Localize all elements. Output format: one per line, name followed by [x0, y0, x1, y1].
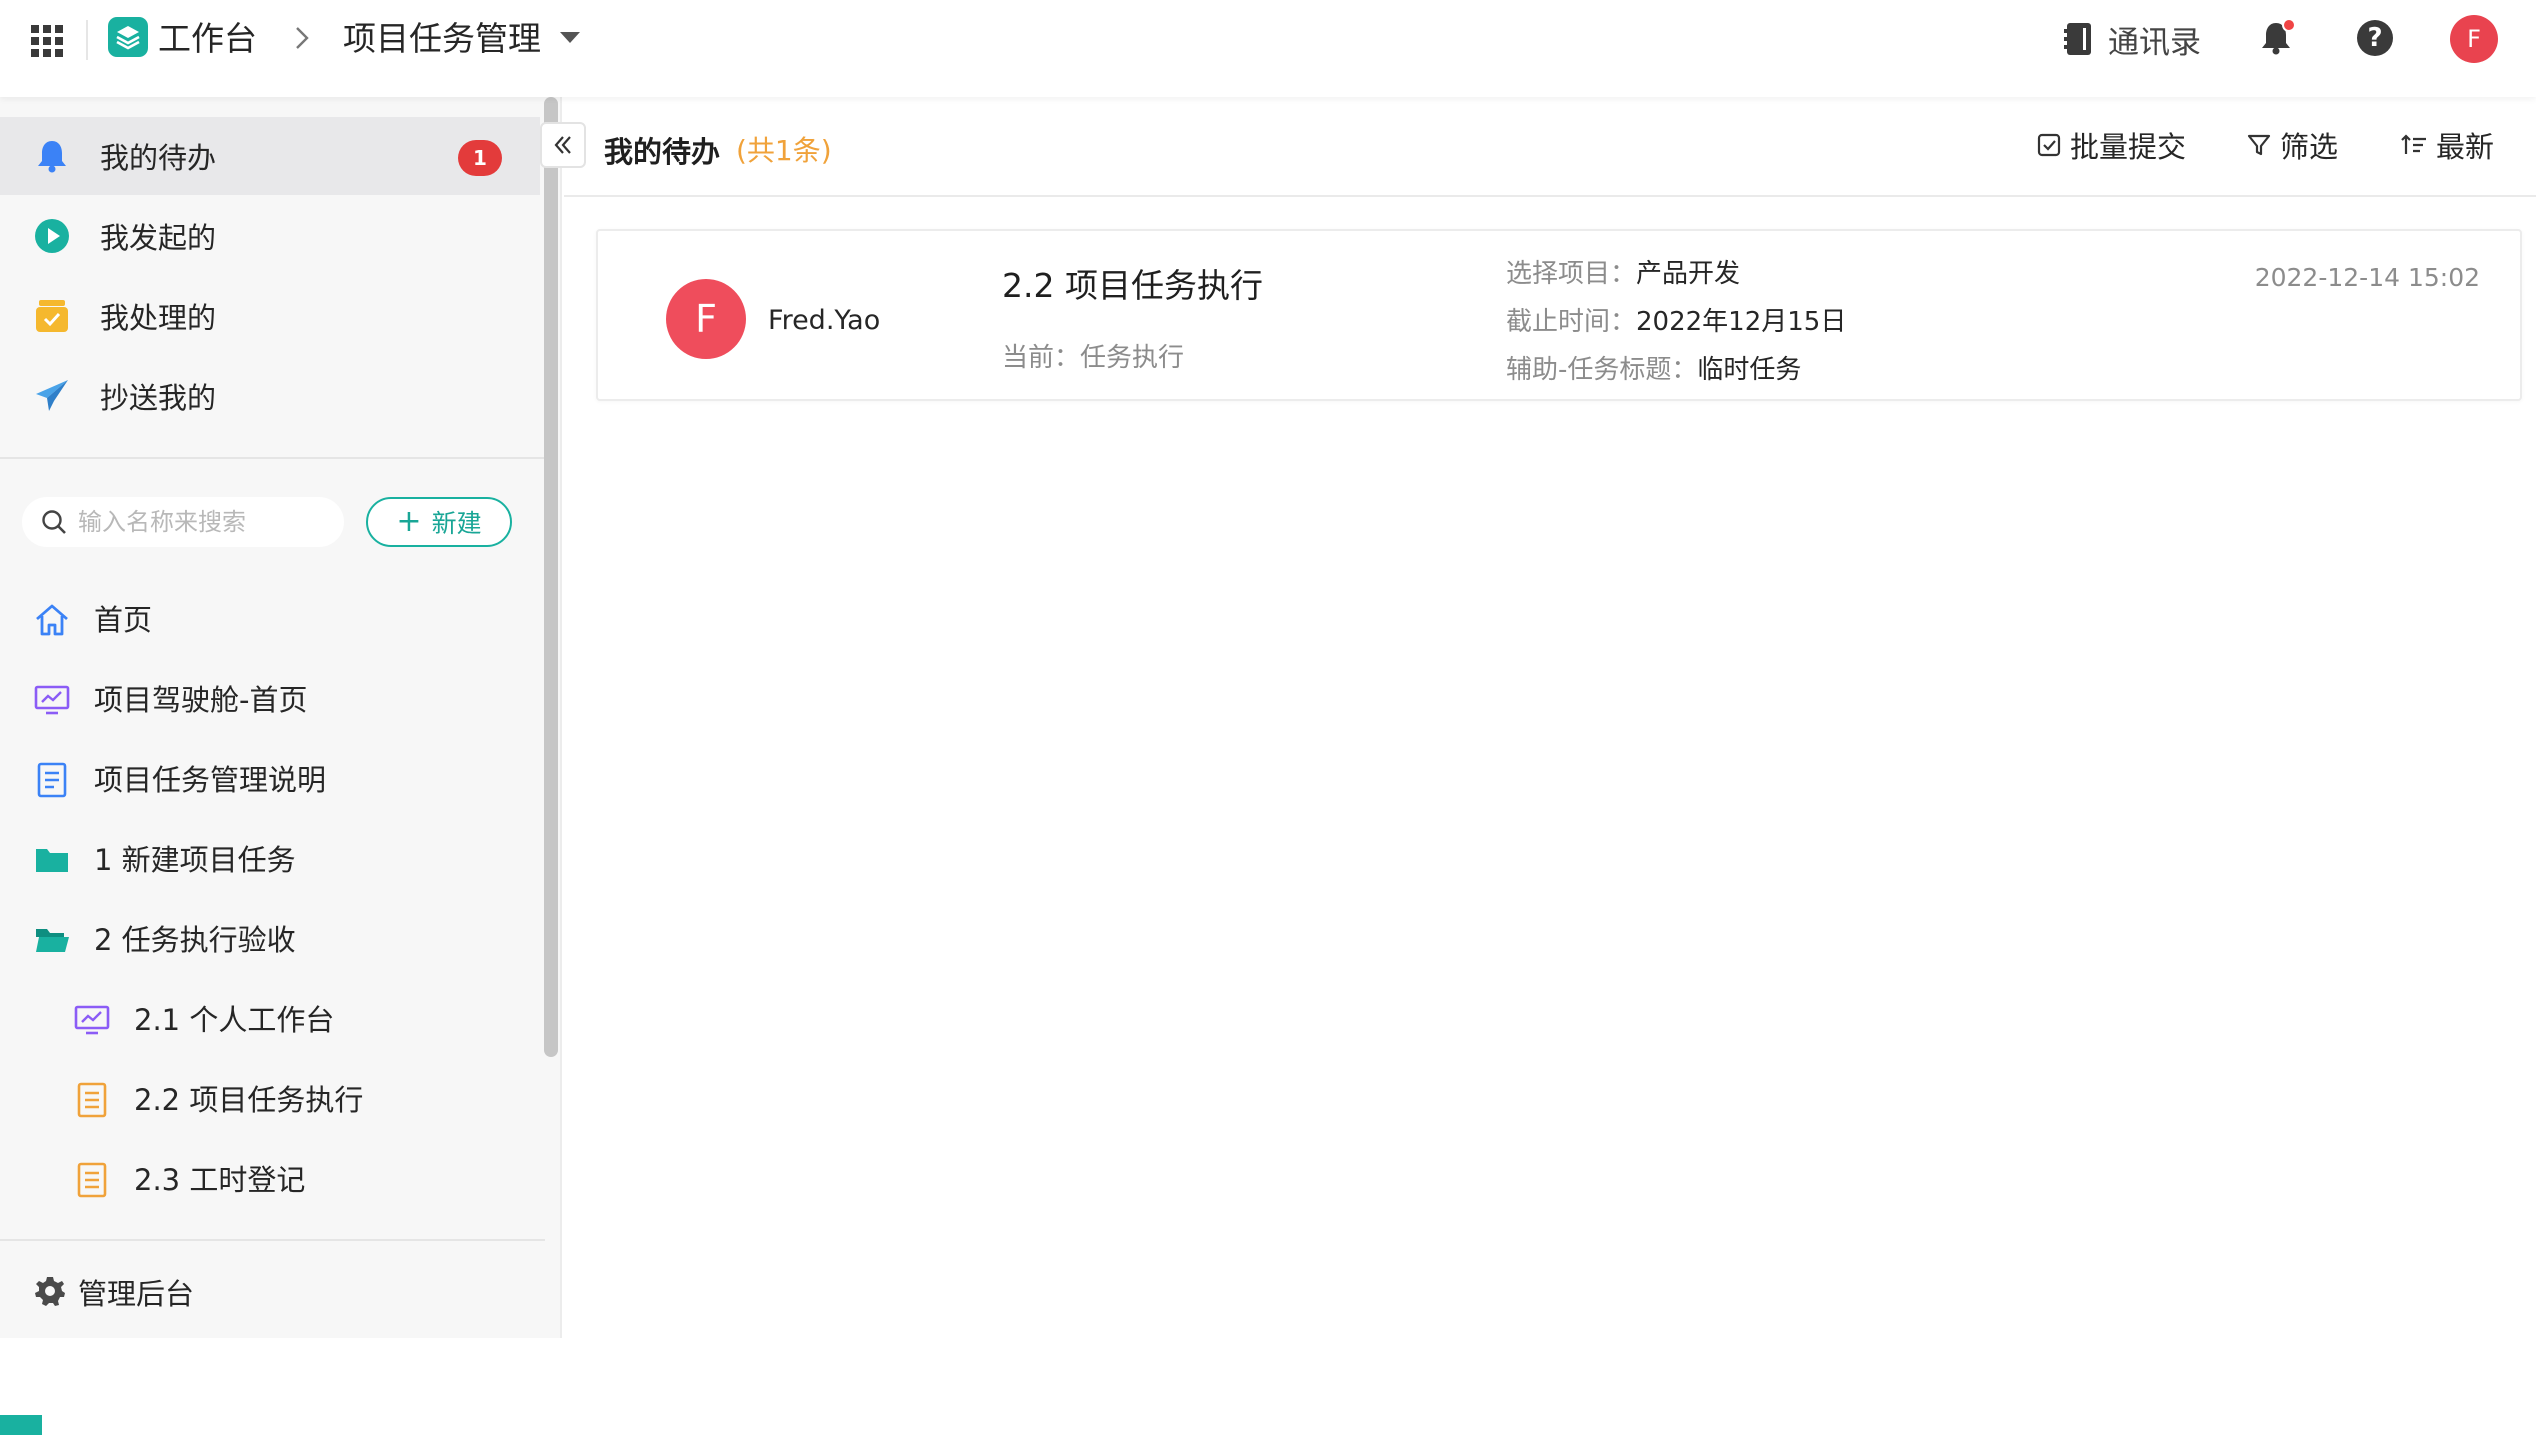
dashboard-icon: [34, 685, 70, 715]
home-icon: [36, 604, 68, 636]
breadcrumb-chevron-icon: [296, 27, 309, 49]
nav-item-label: 1 新建项目任务: [94, 843, 296, 877]
batch-submit-label: 批量提交: [2070, 130, 2187, 164]
sidebar-search: [22, 497, 344, 547]
topbar-divider: [86, 20, 88, 60]
dashboard-icon: [74, 1005, 110, 1035]
notification-dot: [2282, 18, 2296, 32]
field-key: 选择项目：: [1506, 259, 1637, 289]
bell-icon: [38, 141, 66, 173]
folder-open-icon: [36, 929, 69, 952]
sort-icon: [2401, 134, 2426, 154]
filter-label: 筛选: [2280, 130, 2339, 164]
nav-item-timesheet[interactable]: 2.3 工时登记: [0, 1141, 540, 1219]
nav-item-task-execution[interactable]: 2.2 项目任务执行: [0, 1061, 540, 1139]
new-button-label: 新建: [431, 509, 482, 538]
todo-card[interactable]: F Fred.Yao 2.2 项目任务执行 当前：任务执行 选择项目：产品开发 …: [596, 229, 2522, 401]
batch-submit-button[interactable]: 批量提交: [2036, 125, 2186, 165]
document-icon: [37, 762, 67, 798]
sidebar-item-handled[interactable]: 我处理的: [0, 277, 540, 355]
sort-label: 最新: [2436, 130, 2495, 164]
task-stage: 当前：任务执行: [1002, 343, 1185, 373]
nav-item-label: 2.3 工时登记: [134, 1163, 306, 1197]
field-task-title: 辅助-任务标题：临时任务: [1506, 349, 1801, 386]
app-name-link[interactable]: 工作台: [158, 17, 257, 61]
plus-icon: +: [396, 504, 422, 539]
address-book-icon: [2064, 23, 2091, 55]
play-circle-icon: [35, 219, 69, 253]
top-bar: 工作台 项目任务管理 通讯录 ? F: [0, 0, 2536, 97]
field-project: 选择项目：产品开发: [1506, 253, 1740, 290]
nav-item-label: 项目任务管理说明: [94, 763, 327, 797]
field-key: 截止时间：: [1506, 307, 1637, 337]
gear-icon: [35, 1277, 65, 1306]
main-content: 我的待办 (共1条) 批量提交 筛选 最新 F Fred.Yao 2.2 项目任…: [564, 97, 2536, 1338]
sidebar: 我的待办 1 我发起的 我处理的 抄送我的 + 新建: [0, 97, 562, 1435]
sidebar-item-label: 抄送我的: [100, 381, 217, 415]
sidebar-item-label: 我发起的: [100, 221, 217, 255]
contacts-button[interactable]: 通讯录: [2064, 17, 2201, 61]
admin-console-link[interactable]: 管理后台: [0, 1263, 540, 1323]
form-icon: [77, 1082, 107, 1118]
nav-item-label: 2.1 个人工作台: [134, 1003, 335, 1037]
nav-folder-execution[interactable]: 2 任务执行验收: [0, 901, 540, 979]
help-icon[interactable]: ?: [2357, 20, 2393, 56]
header-divider: [564, 195, 2536, 197]
list-title: 我的待办: [604, 135, 721, 169]
sidebar-item-label: 我处理的: [100, 301, 217, 335]
nav-item-label: 项目驾驶舱-首页: [94, 683, 308, 717]
nav-item-label: 2 任务执行验收: [94, 923, 296, 957]
user-avatar[interactable]: F: [2450, 15, 2498, 63]
collapse-sidebar-button[interactable]: [540, 122, 586, 168]
inbox-check-icon: [36, 300, 68, 332]
nav-item-label: 首页: [94, 603, 153, 637]
field-value: 产品开发: [1636, 259, 1741, 289]
admin-console-label: 管理后台: [78, 1277, 195, 1311]
sidebar-divider: [0, 457, 545, 459]
sort-button[interactable]: 最新: [2400, 125, 2494, 165]
field-deadline: 截止时间：2022年12月15日: [1506, 301, 1846, 338]
double-chevron-left-icon: [554, 136, 571, 154]
app-grid-icon[interactable]: [28, 22, 64, 58]
field-value: 临时任务: [1697, 355, 1802, 385]
nav-item-personal-workbench[interactable]: 2.1 个人工作台: [0, 981, 540, 1059]
search-icon: [42, 510, 66, 534]
new-button[interactable]: + 新建: [366, 497, 512, 547]
search-input[interactable]: [78, 508, 328, 536]
nav-folder-new-task[interactable]: 1 新建项目任务: [0, 821, 540, 899]
todo-count-badge: 1: [458, 140, 502, 176]
sidebar-divider: [0, 1239, 545, 1241]
sidebar-item-cc[interactable]: 抄送我的: [0, 357, 540, 435]
page-title[interactable]: 项目任务管理: [343, 17, 541, 61]
list-count: (共1条): [736, 134, 832, 167]
form-icon: [77, 1162, 107, 1198]
card-timestamp: 2022-12-14 15:02: [2254, 263, 2480, 292]
nav-item-guide[interactable]: 项目任务管理说明: [0, 741, 540, 819]
paper-plane-icon: [36, 380, 68, 411]
nav-item-cockpit[interactable]: 项目驾驶舱-首页: [0, 661, 540, 739]
sidebar-item-initiated[interactable]: 我发起的: [0, 197, 540, 275]
sidebar-item-label: 我的待办: [100, 141, 217, 175]
sidebar-scrollbar[interactable]: [544, 97, 558, 1057]
folder-icon: [36, 849, 68, 872]
contacts-label: 通讯录: [2108, 24, 2201, 61]
submitter-name: Fred.Yao: [768, 305, 881, 336]
nav-item-home[interactable]: 首页: [0, 581, 540, 659]
filter-icon: [2247, 134, 2271, 156]
page-dropdown-caret-icon[interactable]: [560, 32, 580, 43]
sidebar-item-my-todo[interactable]: 我的待办 1: [0, 117, 540, 195]
checkbox-icon: [2037, 133, 2061, 157]
nav-item-label: 2.2 项目任务执行: [134, 1083, 364, 1117]
filter-button[interactable]: 筛选: [2246, 125, 2338, 165]
task-title: 2.2 项目任务执行: [1002, 266, 1263, 305]
workbench-logo-icon[interactable]: [108, 17, 148, 57]
field-value: 2022年12月15日: [1636, 307, 1847, 337]
status-strip: [0, 1415, 42, 1435]
field-key: 辅助-任务标题：: [1506, 355, 1698, 385]
submitter-avatar: F: [666, 279, 746, 359]
